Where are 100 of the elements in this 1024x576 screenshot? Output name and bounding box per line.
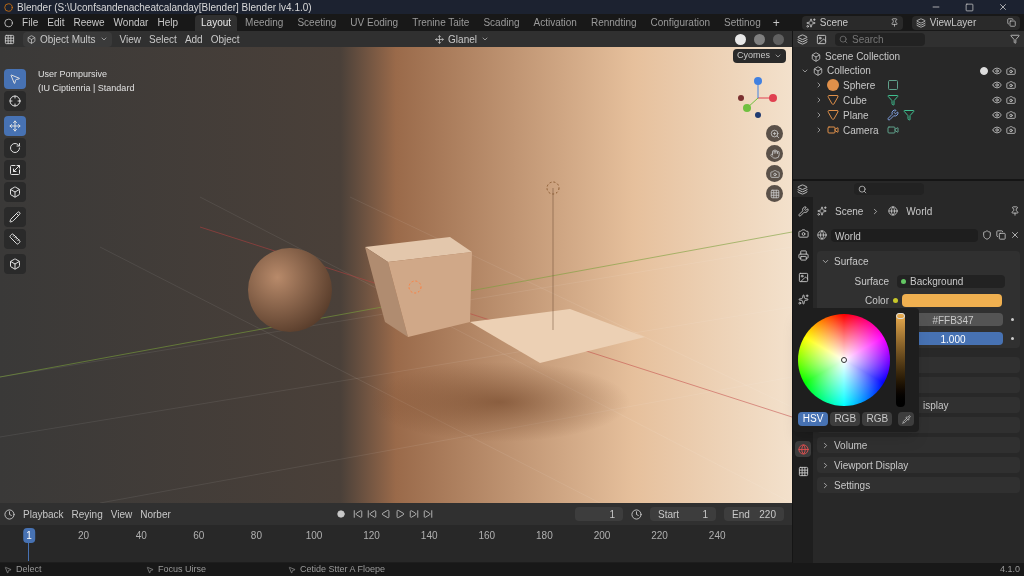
menu-item[interactable]: View — [119, 31, 142, 47]
menu-item[interactable]: Add — [184, 31, 203, 47]
globe-icon[interactable] — [817, 230, 827, 240]
playhead-frame[interactable]: 1 — [23, 528, 35, 543]
breadcrumb-item[interactable]: World — [906, 203, 933, 219]
orientation-dropdown[interactable]: Glanel — [435, 31, 489, 47]
mode-dropdown[interactable]: Object Mults — [23, 31, 112, 47]
pin-icon[interactable] — [1010, 206, 1020, 216]
workspace-tab[interactable]: Configuration — [644, 14, 716, 31]
menu-item[interactable]: Edit — [47, 15, 65, 30]
end-frame-field[interactable]: End 220 — [724, 507, 784, 521]
workspace-tab[interactable]: Meeding — [239, 14, 290, 31]
view-layer-selector[interactable]: ViewLayer — [911, 15, 1020, 30]
editor-type-icon[interactable] — [4, 33, 15, 45]
maximize-icon[interactable] — [965, 2, 974, 12]
value-slider[interactable] — [896, 313, 905, 407]
tree-item[interactable]: Scene Collection — [825, 51, 901, 62]
workspace-tab[interactable]: Trenine Taite — [406, 14, 476, 31]
color-swatch[interactable] — [902, 294, 1002, 307]
workspace-tab[interactable]: Layout — [195, 14, 238, 31]
tool-button[interactable] — [4, 91, 26, 111]
shading-material-icon[interactable] — [754, 33, 765, 45]
collapsed-panel[interactable]: Volume — [817, 437, 1020, 453]
panel-title[interactable]: Surface — [834, 254, 869, 269]
slider-thumb[interactable] — [896, 313, 905, 319]
eye-icon[interactable] — [992, 80, 1002, 90]
view-dropdown[interactable]: Cyomes — [733, 49, 786, 63]
eye-icon[interactable] — [992, 95, 1002, 105]
add-workspace-button[interactable]: + — [768, 13, 784, 32]
eye-icon[interactable] — [992, 65, 1002, 76]
play-reverse-icon[interactable] — [380, 509, 391, 519]
stopwatch-icon[interactable] — [631, 508, 642, 520]
tool-button[interactable] — [4, 254, 26, 274]
tool-button[interactable] — [4, 229, 26, 249]
breadcrumb-item[interactable]: Scene — [835, 203, 864, 219]
close-icon[interactable] — [998, 2, 1008, 12]
properties-tab[interactable] — [795, 247, 811, 263]
camera-icon[interactable] — [1006, 65, 1016, 76]
color-mode-tab[interactable]: RGB — [862, 412, 893, 426]
tool-button[interactable] — [4, 116, 26, 136]
menu-item[interactable]: Playback — [23, 506, 64, 522]
next-keyframe-icon[interactable] — [408, 509, 419, 519]
tree-item[interactable]: Collection — [827, 65, 976, 76]
menu-item[interactable]: Select — [149, 31, 177, 47]
tree-item[interactable]: Sphere — [843, 79, 883, 91]
workspace-tab[interactable]: Activation — [527, 14, 583, 31]
properties-editor-icon[interactable] — [797, 183, 808, 195]
camera-icon[interactable] — [1006, 125, 1016, 135]
tool-button[interactable] — [4, 182, 26, 202]
properties-tab[interactable] — [795, 203, 811, 219]
world-name-field[interactable]: World — [831, 228, 978, 242]
jump-end-icon[interactable] — [422, 509, 433, 519]
workspace-tab[interactable]: Scading — [477, 14, 526, 31]
jump-start-icon[interactable] — [352, 509, 363, 519]
shading-solid-icon[interactable] — [735, 33, 746, 45]
search-field[interactable]: Search — [835, 32, 925, 46]
eyedropper-button[interactable] — [898, 412, 914, 426]
start-frame-field[interactable]: Start 1 — [650, 507, 716, 521]
menu-item[interactable]: File — [22, 15, 39, 30]
collapsed-panel[interactable]: Settings — [817, 477, 1020, 493]
workspace-tab[interactable]: Renndting — [584, 14, 643, 31]
menu-item[interactable]: Reewe — [73, 15, 105, 30]
menu-item[interactable]: View — [110, 506, 133, 522]
camera-icon[interactable] — [1006, 80, 1016, 90]
menu-item[interactable]: Object — [210, 31, 240, 47]
color-mode-tab[interactable]: RGB — [830, 412, 861, 426]
timeline-editor-icon[interactable] — [4, 508, 15, 520]
record-icon[interactable] — [336, 510, 345, 518]
workspace-tab[interactable]: UV Eoding — [344, 14, 405, 31]
close-icon[interactable] — [1010, 230, 1020, 240]
menu-item[interactable]: Reying — [71, 506, 103, 522]
play-icon[interactable] — [394, 509, 405, 519]
tool-button[interactable] — [4, 138, 26, 158]
display-mode-icon[interactable] — [816, 33, 827, 45]
workspace-tab[interactable]: Settinog — [718, 14, 767, 31]
menu-item[interactable]: Norber — [140, 506, 171, 522]
tree-item[interactable]: Camera — [843, 124, 883, 136]
eye-icon[interactable] — [992, 110, 1002, 120]
menu-item[interactable]: Wondar — [113, 15, 149, 30]
scene-selector[interactable]: Scene — [801, 15, 903, 30]
properties-tab[interactable] — [795, 291, 811, 307]
copy-icon[interactable] — [996, 230, 1006, 240]
surface-dropdown[interactable]: Background — [897, 275, 1005, 288]
filter-icon[interactable] — [1010, 34, 1020, 44]
tool-button[interactable] — [4, 160, 26, 180]
eye-icon[interactable] — [992, 125, 1002, 135]
search-field[interactable] — [854, 183, 924, 195]
camera-icon[interactable] — [1006, 110, 1016, 120]
previous-keyframe-icon[interactable] — [366, 509, 377, 519]
tree-item[interactable]: Plane — [843, 109, 883, 121]
collapsed-panel[interactable]: Viewport Display — [817, 457, 1020, 473]
camera-icon[interactable] — [1006, 95, 1016, 105]
menu-item[interactable]: Help — [157, 15, 179, 30]
workspace-tab[interactable]: Sceeting — [291, 14, 343, 31]
color-mode-tab[interactable]: HSV — [798, 412, 829, 426]
checkbox[interactable] — [980, 66, 988, 75]
outliner-editor-icon[interactable] — [797, 33, 808, 45]
fake-user-icon[interactable] — [982, 230, 992, 240]
tool-button[interactable] — [4, 207, 26, 227]
current-frame-field[interactable]: 1 — [575, 507, 623, 521]
